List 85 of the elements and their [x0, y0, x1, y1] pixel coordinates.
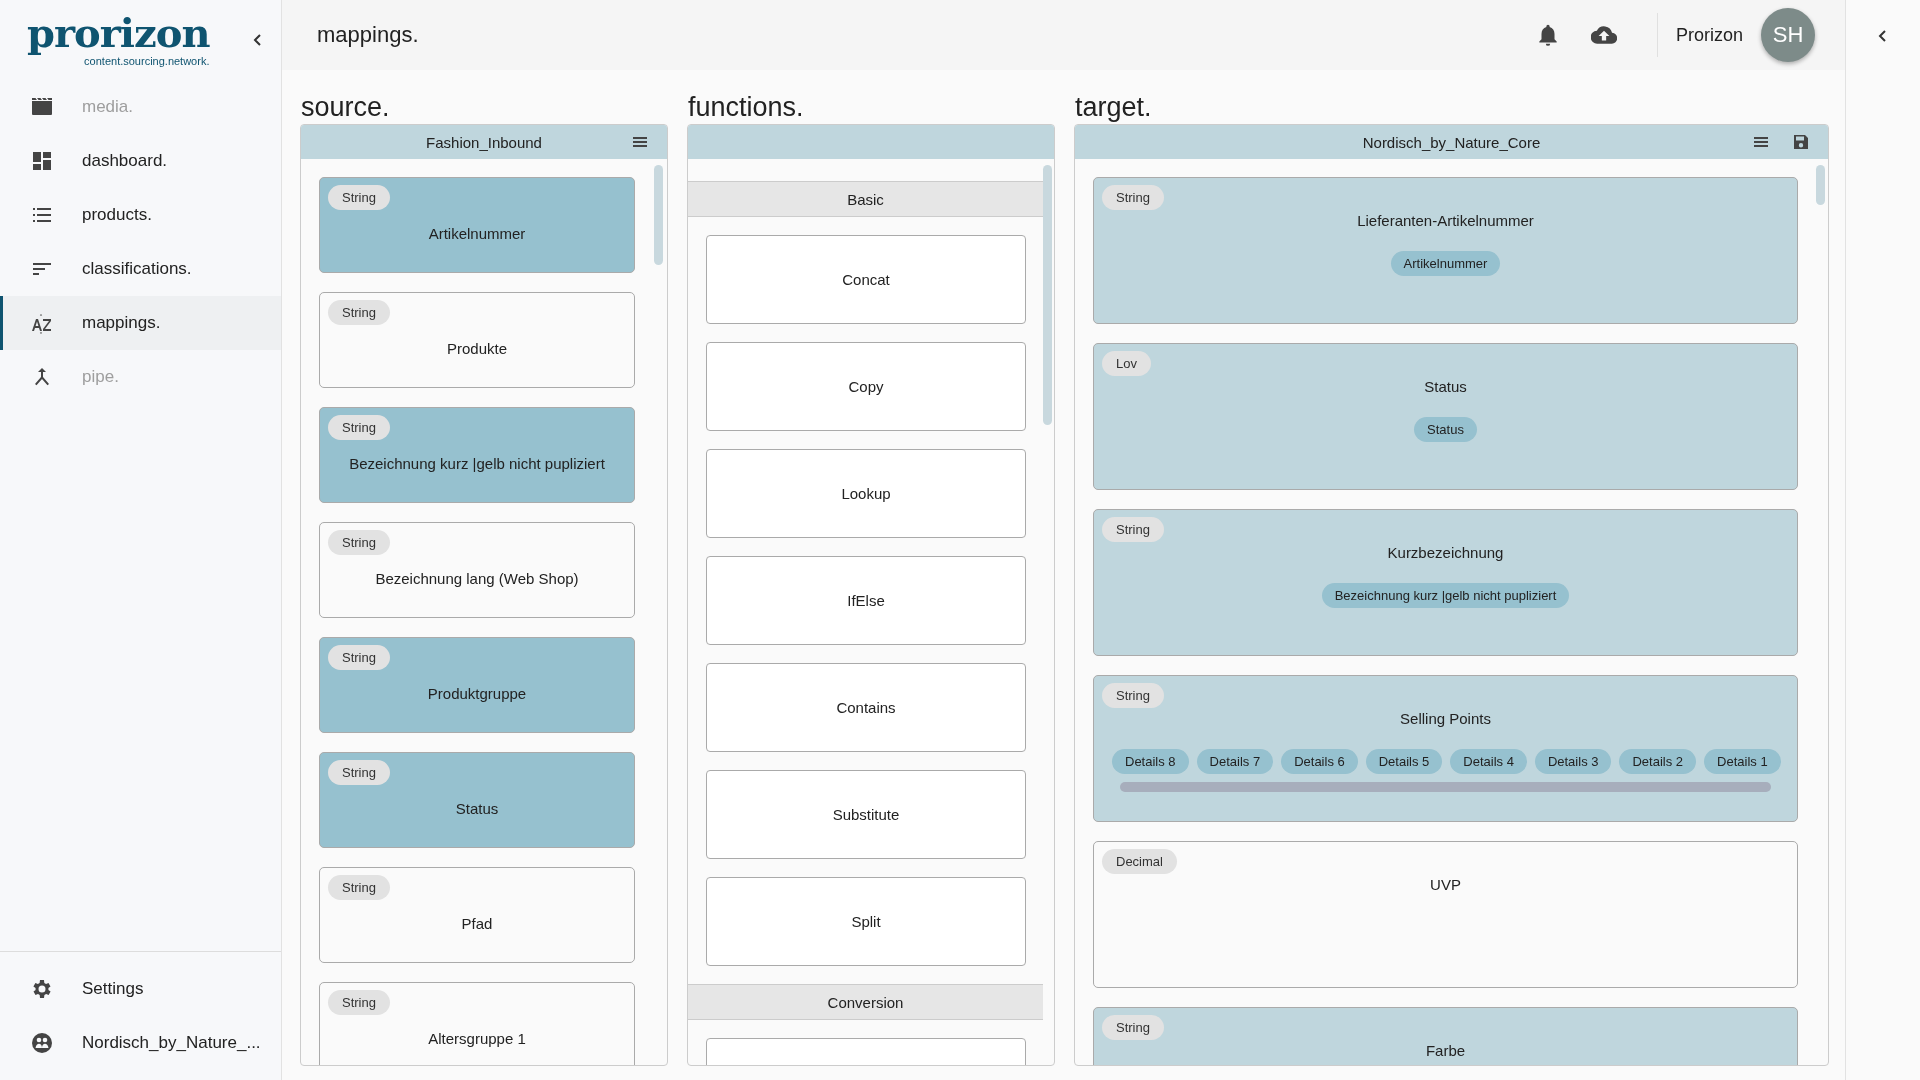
source-chip[interactable]: Details 2: [1619, 749, 1697, 774]
type-badge: String: [328, 645, 390, 670]
group-icon: [30, 1031, 54, 1055]
field-name: Selling Points: [1400, 710, 1491, 727]
field-card[interactable]: Lov Status Status: [1093, 343, 1798, 490]
type-badge: String: [328, 185, 390, 210]
group-header[interactable]: Basic: [688, 181, 1043, 217]
field-card[interactable]: Decimal UVP: [1093, 841, 1798, 988]
column-title: target.: [1074, 91, 1153, 124]
function-card[interactable]: Substitute: [706, 770, 1026, 859]
source-chip[interactable]: Status: [1414, 417, 1477, 442]
field-name: Kurzbezeichnung: [1387, 544, 1504, 561]
function-card[interactable]: Contains: [706, 663, 1026, 752]
function-card[interactable]: Lookup: [706, 449, 1026, 538]
function-card[interactable]: IfElse: [706, 556, 1026, 645]
logo-tagline: content.sourcing.network.: [84, 55, 210, 67]
field-card[interactable]: String Farbe: [1093, 1007, 1798, 1065]
type-badge: String: [328, 990, 390, 1015]
nav-item[interactable]: classifications.: [0, 242, 281, 296]
field-card[interactable]: String Produkte: [319, 292, 635, 388]
nav-item[interactable]: products.: [0, 188, 281, 242]
type-badge: String: [1102, 185, 1164, 210]
scrollbar[interactable]: [1120, 782, 1771, 792]
column-title: source.: [300, 91, 391, 124]
function-card[interactable]: Concat: [706, 235, 1026, 324]
type-badge: String: [328, 875, 390, 900]
type-badge: Decimal: [1102, 849, 1177, 874]
user-name: Prorizon: [1675, 24, 1743, 46]
scrollbar[interactable]: [654, 165, 663, 265]
source-chip[interactable]: Bezeichnung kurz |gelb nicht pupliziert: [1321, 583, 1570, 608]
field-name: Altersgruppe 1: [428, 1029, 526, 1047]
nav-item[interactable]: Settings: [0, 962, 281, 1016]
type-badge: String: [1102, 517, 1164, 542]
type-badge: String: [328, 530, 390, 555]
page-title: mappings.: [317, 22, 420, 48]
field-name: Farbe: [1425, 1042, 1466, 1059]
type-badge: String: [328, 415, 390, 440]
field-name: Lieferanten-Artikelnummer: [1357, 212, 1534, 229]
source-chip[interactable]: Details 6: [1281, 749, 1358, 774]
source-chip[interactable]: Details 7: [1196, 749, 1274, 774]
field-card[interactable]: String Status: [319, 752, 635, 848]
field-name: Pfad: [461, 914, 493, 932]
dashboard-icon: [30, 149, 54, 173]
scrollbar[interactable]: [1043, 165, 1052, 425]
panel-title: Fashion_Inbound: [426, 133, 542, 151]
field-name: Produktgruppe: [427, 684, 527, 702]
field-name: Status: [455, 799, 499, 817]
field-card[interactable]: String Bezeichnung lang (Web Shop): [319, 522, 635, 618]
field-card[interactable]: String Bezeichnung kurz |gelb nicht pupliziert: [319, 407, 635, 503]
type-badge: Lov: [1102, 351, 1151, 376]
field-card[interactable]: String Pfad: [319, 867, 635, 963]
type-badge: String: [1102, 1015, 1164, 1040]
column-title: functions.: [687, 91, 805, 124]
nav-item[interactable]: dashboard.: [0, 134, 281, 188]
scrollbar[interactable]: [1816, 165, 1825, 205]
source-chip[interactable]: Details 5: [1365, 749, 1443, 774]
user-avatar[interactable]: SH: [1761, 8, 1815, 62]
field-card[interactable]: String Produktgruppe: [319, 637, 635, 733]
field-card[interactable]: String Kurzbezeichnung Bezeichnung kurz |gelb nicht pupliziert: [1093, 509, 1798, 656]
field-name: UVP: [1430, 876, 1461, 893]
function-card[interactable]: Split: [706, 877, 1026, 966]
field-name: Bezeichnung kurz |gelb nicht pupliziert: [349, 454, 605, 472]
field-card[interactable]: String Artikelnummer: [319, 177, 635, 273]
field-card[interactable]: String Lieferanten-Artikelnummer Artikelnummer: [1093, 177, 1798, 324]
field-name: Status: [1424, 378, 1467, 395]
nav-item[interactable]: mappings.: [0, 296, 281, 350]
source-chip[interactable]: Details 1: [1704, 749, 1781, 774]
field-name: Produkte: [446, 339, 507, 357]
source-chip[interactable]: Details 4: [1450, 749, 1527, 774]
field-name: Artikelnummer: [428, 224, 526, 242]
type-badge: String: [328, 760, 390, 785]
logo-wordmark: prorizon: [27, 13, 210, 53]
nav-item[interactable]: Nordisch_by_Nature_...: [0, 1016, 281, 1070]
field-name: Bezeichnung lang (Web Shop): [375, 569, 579, 587]
panel-title: Nordisch_by_Nature_Core: [1362, 133, 1541, 151]
type-badge: String: [1102, 683, 1164, 708]
function-card[interactable]: Copy: [706, 342, 1026, 431]
source-chip[interactable]: Artikelnummer: [1390, 251, 1501, 276]
save-icon[interactable]: [1792, 133, 1810, 151]
field-card[interactable]: String Selling Points Details 8 Details 7 Details 6 Details 5 Details 4 Details 3 Details 2 Details 1: [1093, 675, 1798, 822]
type-badge: String: [328, 300, 390, 325]
source-chip[interactable]: Details 8: [1112, 749, 1189, 774]
group-header[interactable]: Conversion: [688, 984, 1043, 1020]
field-card[interactable]: String Altersgruppe 1: [319, 982, 635, 1065]
source-chip[interactable]: Details 3: [1534, 749, 1612, 774]
